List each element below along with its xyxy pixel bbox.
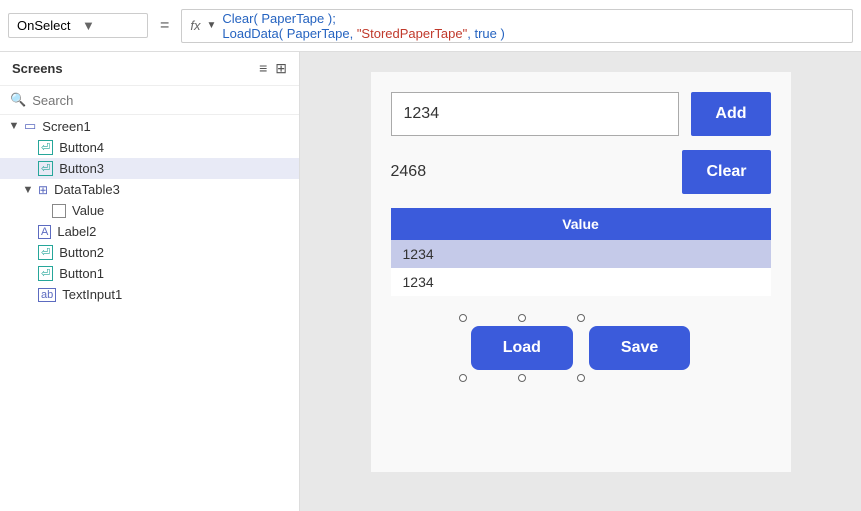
event-dropdown-label: OnSelect	[17, 18, 74, 33]
top-bar: OnSelect ▼ = fx ▼ Clear( PaperTape ); Lo…	[0, 0, 861, 52]
sidebar-item-screen1[interactable]: ▼ ▭ Screen1	[0, 115, 299, 137]
input-add-row: Add	[391, 92, 771, 136]
sidebar-item-button1[interactable]: ⏎ Button1	[0, 263, 299, 284]
value-label: 2468	[391, 163, 671, 181]
sidebar-item-textinput1[interactable]: ab TextInput1	[0, 284, 299, 305]
checkbox-icon	[52, 204, 66, 218]
handle-tc[interactable]	[518, 314, 526, 322]
text-input-field[interactable]	[391, 92, 680, 136]
sidebar-item-label: Button1	[59, 266, 104, 281]
fx-chevron-icon[interactable]: ▼	[206, 20, 216, 31]
button-icon: ⏎	[38, 266, 53, 281]
label-clear-row: 2468 Clear	[391, 150, 771, 194]
datatable-icon: ⊞	[38, 183, 48, 197]
sidebar-icons: ≡ ⊞	[259, 60, 287, 77]
button-icon: ⏎	[38, 161, 53, 176]
grid-view-icon[interactable]: ⊞	[275, 60, 287, 77]
table-row: 1234	[391, 240, 771, 268]
toggle-icon: ▼	[22, 184, 34, 196]
add-button[interactable]: Add	[691, 92, 770, 136]
label-icon: A	[38, 225, 51, 239]
search-bar: 🔍	[0, 86, 299, 115]
handle-br[interactable]	[577, 374, 585, 382]
formula-line1: Clear( PaperTape );	[222, 11, 335, 26]
table-row: 1234	[391, 268, 771, 296]
load-button[interactable]: Load	[471, 326, 573, 370]
tree: ▼ ▭ Screen1 ⏎ Button4 ⏎ Button3 ▼ ⊞ Data…	[0, 115, 299, 511]
sidebar-item-button3[interactable]: ⏎ Button3	[0, 158, 299, 179]
sidebar-item-label: Button3	[59, 161, 104, 176]
app-canvas: Add 2468 Clear Value 1234	[371, 72, 791, 472]
button-icon: ⏎	[38, 245, 53, 260]
textinput-icon: ab	[38, 288, 56, 302]
search-input[interactable]	[32, 93, 289, 108]
table-cell: 1234	[391, 268, 771, 296]
sidebar-item-button2[interactable]: ⏎ Button2	[0, 242, 299, 263]
screen-icon: ▭	[24, 118, 36, 134]
sidebar-title: Screens	[12, 61, 63, 76]
save-button[interactable]: Save	[589, 326, 690, 370]
table-header-value: Value	[391, 208, 771, 240]
sidebar-header: Screens ≡ ⊞	[0, 52, 299, 86]
chevron-down-icon: ▼	[82, 18, 139, 33]
event-dropdown[interactable]: OnSelect ▼	[8, 13, 148, 38]
fx-label: fx	[190, 18, 200, 33]
search-icon: 🔍	[10, 92, 26, 108]
sidebar-item-label2[interactable]: A Label2	[0, 221, 299, 242]
sidebar-item-label: Screen1	[42, 119, 90, 134]
sidebar-item-value-col[interactable]: Value	[0, 200, 299, 221]
formula-line2: LoadData( PaperTape, "StoredPaperTape", …	[222, 26, 504, 41]
bottom-buttons-row: Load Save	[391, 326, 771, 370]
toggle-icon: ▼	[8, 120, 20, 132]
list-view-icon[interactable]: ≡	[259, 60, 267, 77]
sidebar-item-label: Label2	[57, 224, 96, 239]
sidebar-item-label: Value	[72, 203, 104, 218]
clear-button[interactable]: Clear	[682, 150, 770, 194]
sidebar-item-datatable3[interactable]: ▼ ⊞ DataTable3	[0, 179, 299, 200]
table-cell: 1234	[391, 240, 771, 268]
handle-tl[interactable]	[459, 314, 467, 322]
sidebar-item-label: DataTable3	[54, 182, 120, 197]
sidebar-item-label: Button2	[59, 245, 104, 260]
main-layout: Screens ≡ ⊞ 🔍 ▼ ▭ Screen1 ⏎ Button4	[0, 52, 861, 511]
canvas-area: Add 2468 Clear Value 1234	[300, 52, 861, 511]
sidebar-item-button4[interactable]: ⏎ Button4	[0, 137, 299, 158]
formula-bar: fx ▼ Clear( PaperTape ); LoadData( Paper…	[181, 9, 853, 43]
sidebar: Screens ≡ ⊞ 🔍 ▼ ▭ Screen1 ⏎ Button4	[0, 52, 300, 511]
handle-bc[interactable]	[518, 374, 526, 382]
handle-tr[interactable]	[577, 314, 585, 322]
button-icon: ⏎	[38, 140, 53, 155]
handle-bl[interactable]	[459, 374, 467, 382]
sidebar-item-label: TextInput1	[62, 287, 122, 302]
sidebar-item-label: Button4	[59, 140, 104, 155]
formula-content[interactable]: Clear( PaperTape ); LoadData( PaperTape,…	[222, 11, 844, 41]
equals-icon: =	[156, 17, 173, 35]
data-table: Value 1234 1234	[391, 208, 771, 296]
load-button-container: Load	[471, 326, 573, 370]
